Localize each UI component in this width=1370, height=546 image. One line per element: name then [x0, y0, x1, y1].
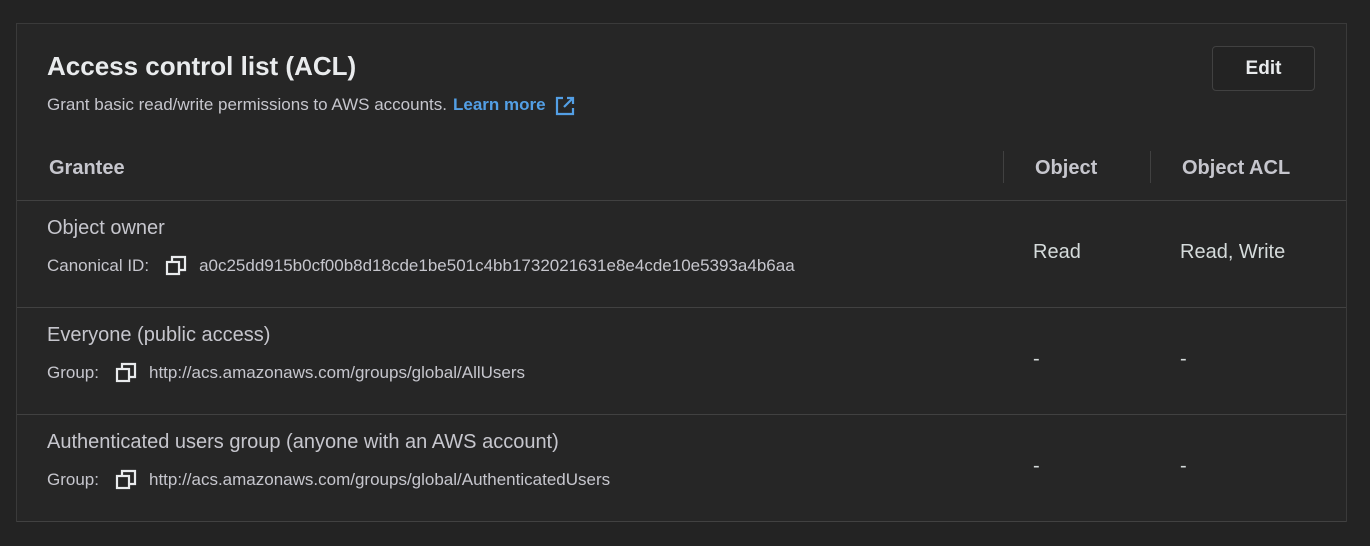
object-acl-permission: - — [1180, 455, 1187, 477]
copy-icon[interactable] — [165, 255, 187, 277]
acl-panel: Access control list (ACL) Grant basic re… — [16, 23, 1347, 522]
detail-value: http://acs.amazonaws.com/groups/global/A… — [148, 470, 611, 489]
acl-table-header: Grantee Object Object ACL — [17, 148, 1346, 201]
table-row: Everyone (public access) Group: http://a… — [17, 308, 1346, 415]
object-permission: Read — [1033, 241, 1081, 263]
detail-value: http://acs.amazonaws.com/groups/global/A… — [148, 363, 526, 382]
grantee-name: Authenticated users group (anyone with a… — [47, 431, 559, 453]
external-link-icon[interactable] — [554, 95, 576, 117]
detail-value: a0c25dd915b0cf00b8d18cde1be501c4bb173202… — [199, 256, 795, 275]
grantee-detail: Canonical ID: a0c25dd915b0cf00b8d18cde1b… — [47, 255, 795, 277]
header-grantee: Grantee — [49, 157, 125, 179]
object-permission: - — [1033, 455, 1040, 477]
grantee-name: Object owner — [47, 217, 165, 239]
header-object-acl: Object ACL — [1182, 157, 1291, 179]
grantee-detail: Group: http://acs.amazonaws.com/groups/g… — [47, 362, 525, 384]
description-text: Grant basic read/write permissions to AW… — [47, 95, 447, 114]
grantee-detail: Group: http://acs.amazonaws.com/groups/g… — [47, 469, 610, 491]
object-acl-permission: - — [1180, 348, 1187, 370]
grantee-name: Everyone (public access) — [47, 324, 271, 346]
column-separator[interactable] — [1150, 151, 1151, 183]
object-permission: - — [1033, 348, 1040, 370]
panel-description: Grant basic read/write permissions to AW… — [47, 94, 576, 116]
object-acl-permission: Read, Write — [1180, 241, 1286, 263]
table-row: Object owner Canonical ID: a0c25dd915b0c… — [17, 201, 1346, 308]
copy-icon[interactable] — [115, 362, 137, 384]
detail-label: Group: — [47, 470, 99, 489]
edit-button[interactable]: Edit — [1212, 46, 1315, 91]
column-separator[interactable] — [1003, 151, 1004, 183]
panel-title: Access control list (ACL) — [47, 51, 357, 81]
table-row: Authenticated users group (anyone with a… — [17, 415, 1346, 522]
detail-label: Group: — [47, 363, 99, 382]
learn-more-link[interactable]: Learn more — [453, 95, 546, 115]
header-object: Object — [1035, 157, 1098, 179]
detail-label: Canonical ID: — [47, 256, 150, 275]
copy-icon[interactable] — [115, 469, 137, 491]
